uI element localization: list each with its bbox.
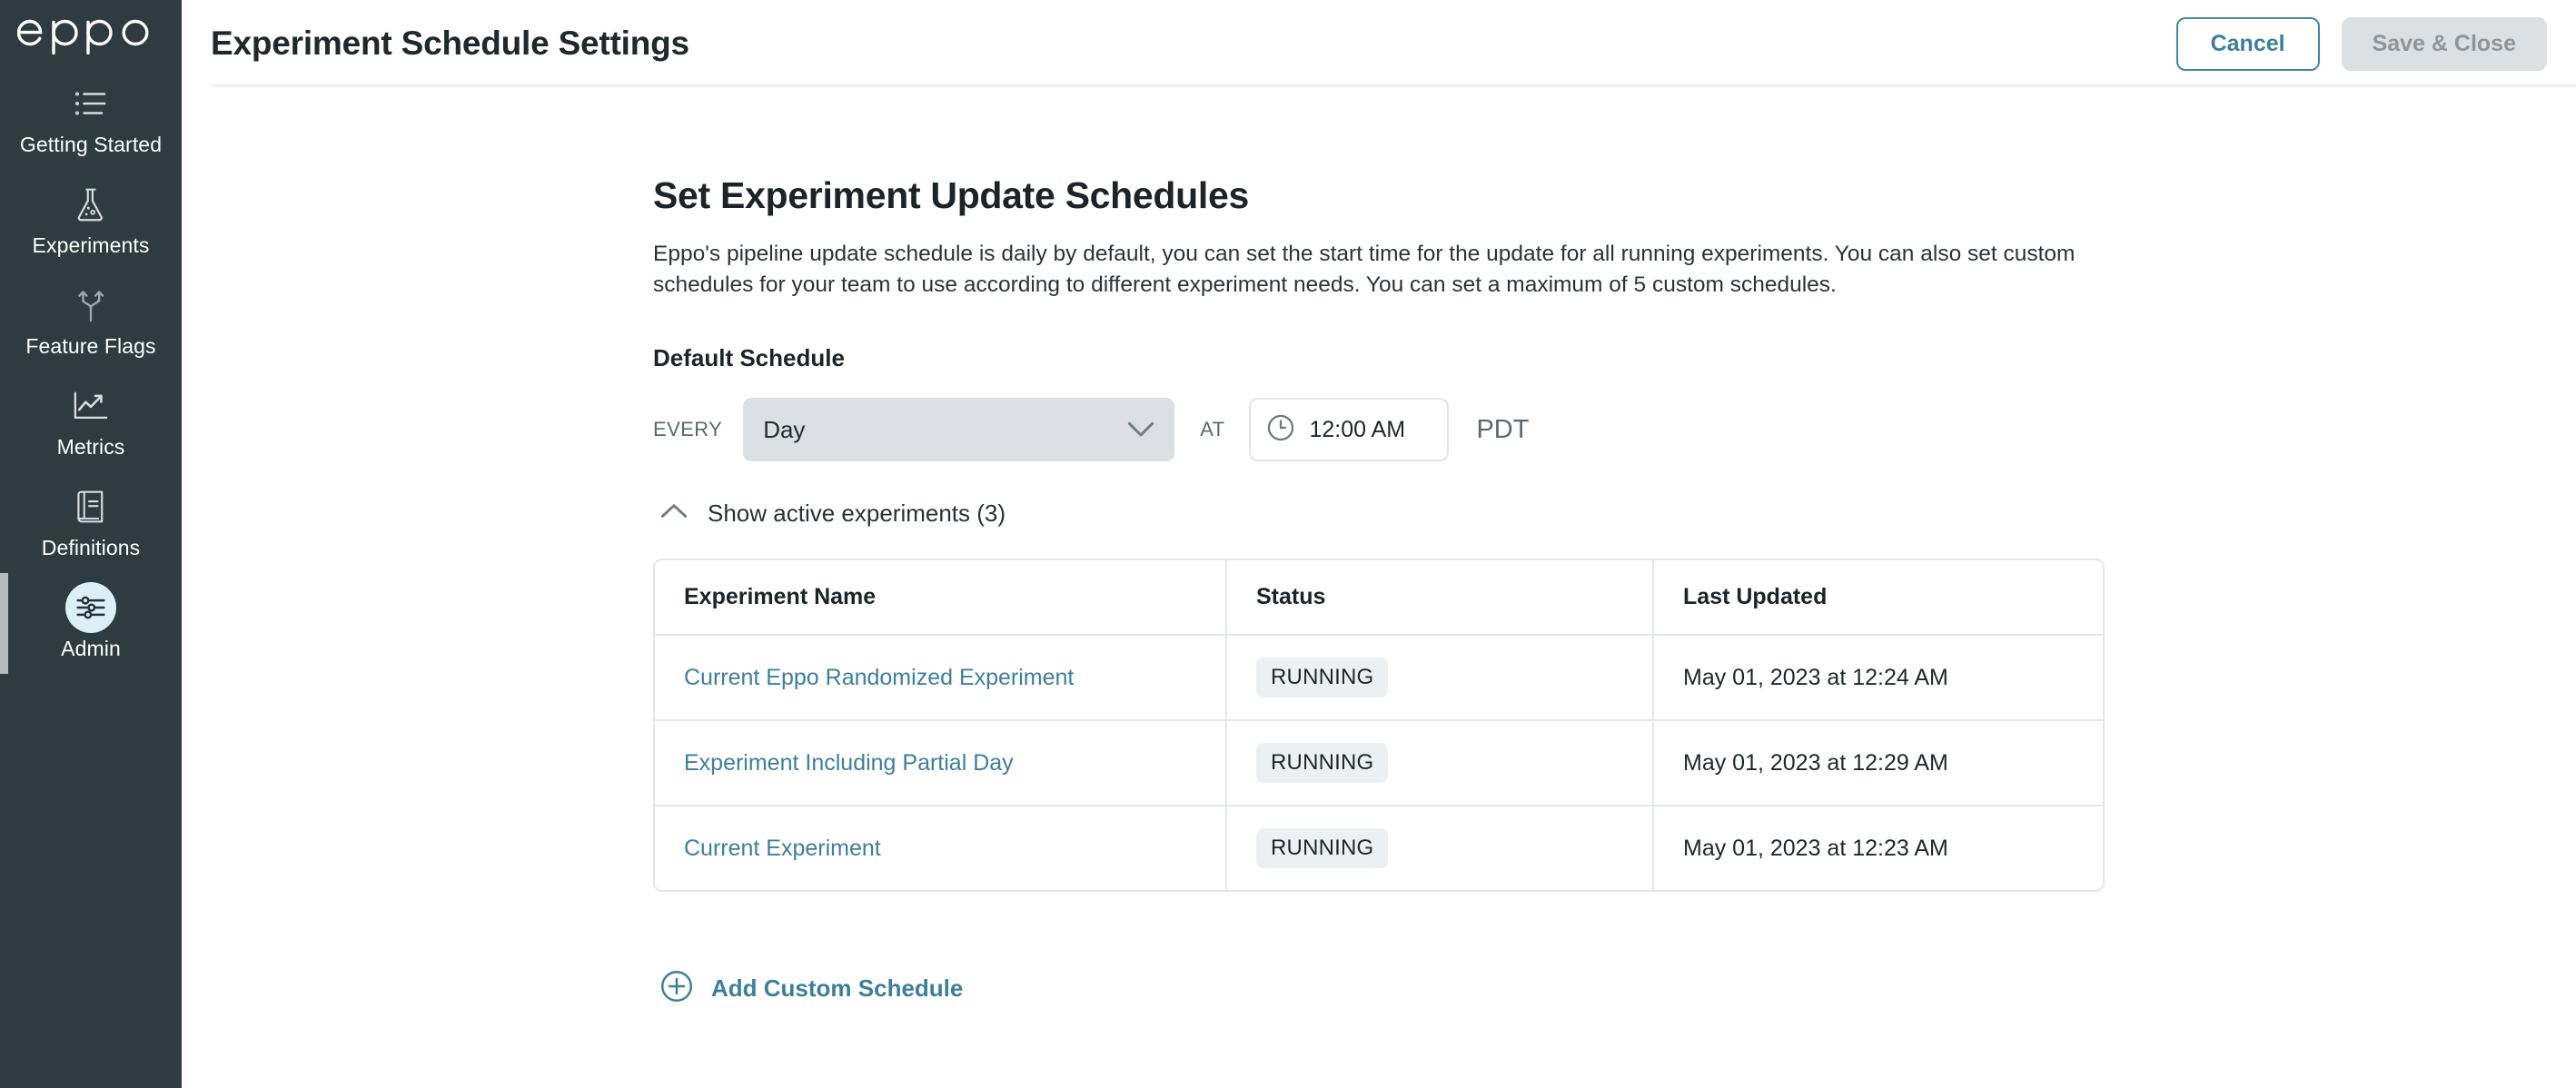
section-heading: Set Experiment Update Schedules	[653, 174, 2576, 217]
active-experiments-table: Experiment Name Status Last Updated Curr…	[653, 559, 2105, 892]
sidebar-item-feature-flags[interactable]: Feature Flags	[0, 271, 182, 371]
top-bar-actions: Cancel Save & Close	[2176, 17, 2547, 71]
list-icon	[65, 78, 116, 129]
show-active-experiments-toggle[interactable]: Show active experiments (3)	[660, 499, 1006, 528]
show-active-experiments-label: Show active experiments (3)	[708, 499, 1006, 528]
flask-icon	[65, 179, 116, 230]
column-header-experiment-name: Experiment Name	[655, 560, 1227, 636]
sidebar-item-definitions[interactable]: Definitions	[0, 472, 182, 573]
cancel-button[interactable]: Cancel	[2176, 17, 2320, 71]
sidebar-item-label: Feature Flags	[25, 334, 155, 359]
sidebar-item-label: Admin	[61, 637, 121, 661]
cell-last-updated: May 01, 2023 at 12:23 AM	[1654, 806, 2103, 890]
status-badge: RUNNING	[1256, 828, 1388, 868]
book-icon	[65, 481, 116, 532]
table-body: Current Eppo Randomized Experiment RUNNI…	[655, 636, 2103, 890]
table-header-row: Experiment Name Status Last Updated	[655, 560, 2103, 636]
cell-experiment-name: Current Eppo Randomized Experiment	[655, 636, 1227, 721]
table-row: Current Eppo Randomized Experiment RUNNI…	[655, 636, 2103, 721]
sidebar-item-label: Definitions	[42, 536, 141, 560]
time-input[interactable]: 12:00 AM	[1249, 398, 1449, 461]
sidebar-item-getting-started[interactable]: Getting Started	[0, 69, 182, 170]
cell-status: RUNNING	[1227, 806, 1654, 890]
header-divider	[211, 84, 2576, 87]
experiment-link[interactable]: Current Experiment	[684, 836, 881, 861]
every-label: EVERY	[653, 418, 722, 441]
sidebar-item-label: Metrics	[57, 435, 125, 460]
active-indicator	[0, 573, 8, 674]
column-header-last-updated: Last Updated	[1654, 560, 2103, 636]
section-description: Eppo's pipeline update schedule is daily…	[653, 239, 2111, 301]
experiment-link[interactable]: Current Eppo Randomized Experiment	[684, 665, 1074, 690]
status-badge: RUNNING	[1256, 743, 1388, 783]
cell-status: RUNNING	[1227, 636, 1654, 721]
table-row: Experiment Including Partial Day RUNNING…	[655, 721, 2103, 806]
frequency-select[interactable]: Day	[743, 398, 1174, 461]
table-row: Current Experiment RUNNING May 01, 2023 …	[655, 806, 2103, 890]
cell-experiment-name: Current Experiment	[655, 806, 1227, 890]
branch-arrows-icon	[65, 280, 116, 331]
chevron-up-icon	[660, 503, 688, 524]
default-schedule-controls: EVERY Day AT	[653, 398, 2576, 461]
sidebar-item-label: Experiments	[33, 233, 150, 258]
table-head: Experiment Name Status Last Updated	[655, 560, 2103, 636]
experiment-link[interactable]: Experiment Including Partial Day	[684, 750, 1014, 776]
clock-icon	[1265, 412, 1296, 448]
add-custom-schedule-label: Add Custom Schedule	[711, 974, 963, 1003]
sidebar-item-admin[interactable]: Admin	[0, 573, 182, 674]
column-header-status: Status	[1227, 560, 1654, 636]
page-title: Experiment Schedule Settings	[211, 25, 689, 63]
save-and-close-button[interactable]: Save & Close	[2342, 17, 2547, 71]
plus-circle-icon	[660, 970, 693, 1007]
cell-last-updated: May 01, 2023 at 12:29 AM	[1654, 721, 2103, 806]
default-schedule-title: Default Schedule	[653, 344, 2576, 372]
sidebar-item-label: Getting Started	[20, 133, 162, 157]
eppo-logo[interactable]	[0, 13, 182, 54]
cell-status: RUNNING	[1227, 721, 1654, 806]
cell-experiment-name: Experiment Including Partial Day	[655, 721, 1227, 806]
content-area: Set Experiment Update Schedules Eppo's p…	[182, 87, 2576, 1007]
main-area: Experiment Schedule Settings Cancel Save…	[182, 0, 2576, 1088]
sliders-icon	[65, 582, 116, 633]
time-input-value: 12:00 AM	[1309, 417, 1405, 443]
cell-last-updated: May 01, 2023 at 12:24 AM	[1654, 636, 2103, 721]
top-bar: Experiment Schedule Settings Cancel Save…	[182, 0, 2576, 87]
chevron-down-icon	[1127, 421, 1154, 438]
line-chart-icon	[65, 381, 116, 431]
status-badge: RUNNING	[1256, 658, 1388, 697]
sidebar-item-metrics[interactable]: Metrics	[0, 371, 182, 472]
timezone-label: PDT	[1476, 415, 1529, 445]
at-label: AT	[1200, 418, 1224, 441]
sidebar: Getting Started Experiments	[0, 0, 182, 1088]
add-custom-schedule-button[interactable]: Add Custom Schedule	[660, 970, 963, 1007]
frequency-select-value: Day	[763, 416, 1127, 444]
app-root: Getting Started Experiments	[0, 0, 2576, 1088]
sidebar-item-experiments[interactable]: Experiments	[0, 170, 182, 271]
